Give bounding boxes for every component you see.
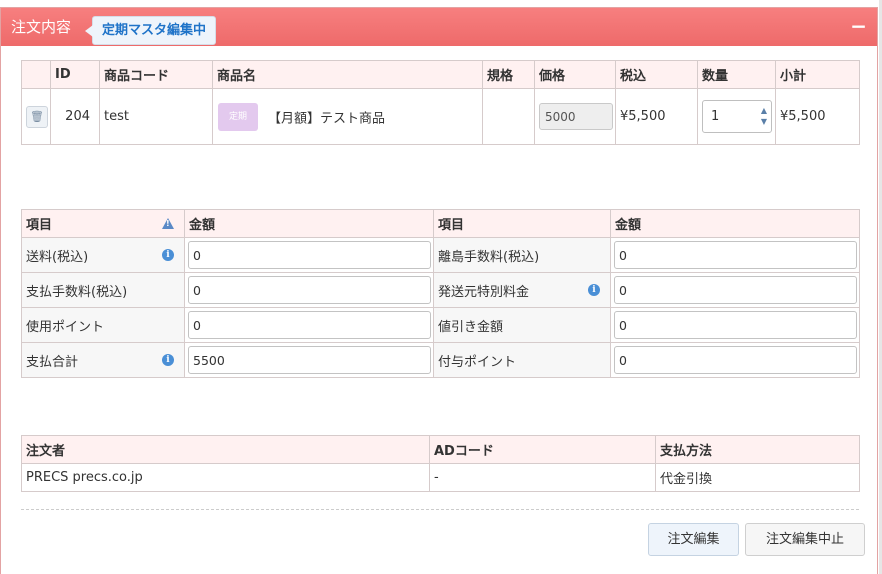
price-input bbox=[539, 103, 613, 130]
payment-method: 代金引換 bbox=[655, 463, 860, 492]
table-row: 🗑 204 test 定期【月額】テスト商品 ¥5,500 ▲▼ ¥5,500 bbox=[21, 88, 860, 145]
shipping-fee-input[interactable] bbox=[188, 241, 431, 269]
product-table: ID 商品コード 商品名 規格 価格 税込 数量 小計 🗑 204 test 定… bbox=[21, 60, 860, 145]
shipping-fee-label-cell: 送料(税込) i bbox=[21, 237, 185, 273]
col-header-ad-code: ADコード bbox=[429, 435, 656, 464]
col-header-subtotal: 小計 bbox=[775, 60, 860, 89]
origin-special-fee-label: 発送元特別料金 bbox=[438, 284, 530, 300]
payment-fee-input[interactable] bbox=[188, 276, 431, 304]
granted-points-input[interactable] bbox=[614, 346, 857, 374]
divider bbox=[21, 509, 859, 510]
amounts-table: 項目 金額 項目 金額 送料(税込) i 離島手数料(税込) 支払手数料(税込)… bbox=[21, 209, 860, 378]
mode-badge: 定期マスタ編集中 bbox=[84, 16, 217, 45]
spinner-icon[interactable]: ▲ ▼ bbox=[759, 105, 769, 127]
info-icon[interactable]: i bbox=[162, 354, 174, 366]
product-name: 【月額】テスト商品 bbox=[268, 111, 386, 126]
col-header-item-label: 項目 bbox=[26, 218, 53, 233]
col-header-price: 価格 bbox=[534, 60, 616, 89]
payment-fee-label: 支払手数料(税込) bbox=[21, 272, 185, 308]
col-header-amount: 金額 bbox=[184, 209, 434, 238]
payment-total-cell bbox=[184, 342, 434, 378]
col-header-spec: 規格 bbox=[482, 60, 535, 89]
qty-cell: ▲▼ bbox=[697, 88, 776, 145]
island-fee-input[interactable] bbox=[614, 241, 857, 269]
island-fee-label: 離島手数料(税込) bbox=[433, 237, 611, 273]
col-header-item-2: 項目 bbox=[433, 209, 611, 238]
origin-special-fee-input[interactable] bbox=[614, 276, 857, 304]
product-code: test bbox=[99, 88, 213, 145]
discount-input[interactable] bbox=[614, 311, 857, 339]
col-header-qty: 数量 bbox=[697, 60, 776, 89]
orderer-table: 注文者 ADコード 支払方法 PRECS precs.co.jp - 代金引換 bbox=[21, 435, 860, 492]
col-header-amount-2: 金額 bbox=[610, 209, 860, 238]
discount-label: 値引き金額 bbox=[433, 307, 611, 343]
col-header-payment-method: 支払方法 bbox=[655, 435, 860, 464]
used-points-label: 使用ポイント bbox=[21, 307, 185, 343]
origin-special-fee-cell bbox=[610, 272, 860, 308]
granted-points-cell bbox=[610, 342, 860, 378]
cancel-edit-button[interactable]: 注文編集中止 bbox=[745, 523, 865, 556]
col-header-name: 商品名 bbox=[212, 60, 483, 89]
subscription-tag: 定期 bbox=[218, 102, 258, 131]
used-points-cell bbox=[184, 307, 434, 343]
orderer-header-row: 注文者 ADコード 支払方法 bbox=[21, 435, 860, 464]
table-row: 支払合計 i 付与ポイント bbox=[21, 342, 860, 378]
table-row: PRECS precs.co.jp - 代金引換 bbox=[21, 463, 860, 492]
quantity-stepper[interactable]: ▲▼ bbox=[702, 100, 772, 133]
col-header-orderer: 注文者 bbox=[21, 435, 430, 464]
product-name-cell: 定期 【月額】テスト商品 bbox=[212, 88, 483, 145]
payment-total-label: 支払合計 bbox=[26, 354, 79, 370]
origin-special-fee-label-cell: 発送元特別料金 i bbox=[433, 272, 611, 308]
edit-order-button[interactable]: 注文編集 bbox=[648, 523, 739, 556]
col-header-item: 項目 bbox=[21, 209, 185, 238]
amounts-header-row: 項目 金額 項目 金額 bbox=[21, 209, 860, 238]
info-icon[interactable]: i bbox=[588, 284, 600, 296]
collapse-button[interactable]: − bbox=[850, 15, 867, 37]
granted-points-label: 付与ポイント bbox=[433, 342, 611, 378]
payment-total-input[interactable] bbox=[188, 346, 431, 374]
payment-fee-cell bbox=[184, 272, 434, 308]
used-points-input[interactable] bbox=[188, 311, 431, 339]
col-header-delete bbox=[21, 60, 51, 89]
island-fee-cell bbox=[610, 237, 860, 273]
payment-total-label-cell: 支払合計 i bbox=[21, 342, 185, 378]
shipping-fee-label: 送料(税込) bbox=[26, 249, 89, 265]
warning-icon bbox=[162, 218, 174, 229]
trash-icon[interactable]: 🗑 bbox=[26, 105, 48, 128]
product-spec bbox=[482, 88, 535, 145]
ad-code: - bbox=[429, 463, 656, 492]
panel-title: 注文内容 bbox=[11, 18, 72, 36]
panel-header: 注文内容 定期マスタ編集中 − bbox=[1, 8, 877, 46]
info-icon[interactable]: i bbox=[162, 249, 174, 261]
subtotal: ¥5,500 bbox=[775, 88, 860, 145]
shipping-fee-cell bbox=[184, 237, 434, 273]
product-header-row: ID 商品コード 商品名 規格 価格 税込 数量 小計 bbox=[21, 60, 860, 89]
col-header-tax-incl: 税込 bbox=[615, 60, 698, 89]
table-row: 送料(税込) i 離島手数料(税込) bbox=[21, 237, 860, 273]
tax-incl-price: ¥5,500 bbox=[615, 88, 698, 145]
orderer-name: PRECS precs.co.jp bbox=[21, 463, 430, 492]
col-header-code: 商品コード bbox=[99, 60, 213, 89]
col-header-id: ID bbox=[50, 60, 100, 89]
table-row: 支払手数料(税込) 発送元特別料金 i bbox=[21, 272, 860, 308]
price-cell bbox=[534, 88, 616, 145]
discount-cell bbox=[610, 307, 860, 343]
table-row: 使用ポイント 値引き金額 bbox=[21, 307, 860, 343]
product-id: 204 bbox=[50, 88, 100, 145]
delete-cell: 🗑 bbox=[21, 88, 51, 145]
